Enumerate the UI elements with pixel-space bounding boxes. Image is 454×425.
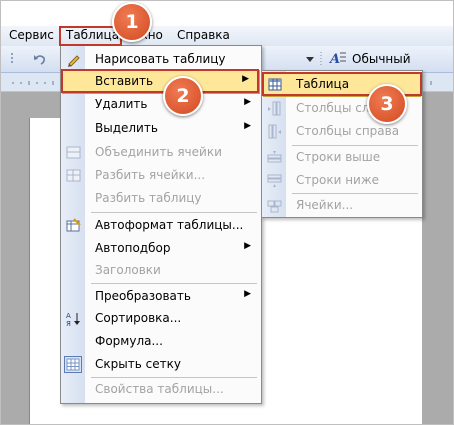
undo-icon[interactable]	[33, 52, 47, 66]
submenu-item-columns-right[interactable]: Столбцы справа	[262, 121, 422, 143]
submenu-separator	[292, 193, 418, 194]
callout-badge-3: 3	[367, 84, 407, 124]
menu-item-split-cells[interactable]: Разбить ячейки...	[61, 165, 261, 187]
svg-text:A: A	[66, 312, 71, 320]
callout-badge-1: 1	[112, 2, 152, 42]
submenu-item-rows-below[interactable]: Строки ниже	[262, 170, 422, 192]
menu-item-autofit[interactable]: Автоподбор ▶	[61, 238, 261, 260]
menu-item-headings[interactable]: Заголовки	[61, 260, 261, 282]
table-autoformat-icon	[66, 218, 81, 232]
svg-text:Я: Я	[66, 320, 71, 326]
submenu-arrow-icon: ▶	[244, 97, 251, 107]
menu-item-table-autoformat[interactable]: Автоформат таблицы...	[61, 215, 261, 237]
menu-service[interactable]: Сервис	[9, 28, 54, 42]
submenu-separator	[292, 145, 418, 146]
submenu-item-rows-above[interactable]: Строки выше	[262, 147, 422, 169]
merge-cells-icon	[66, 146, 81, 159]
insert-rows-above-icon	[267, 151, 282, 163]
menu-help[interactable]: Справка	[177, 28, 230, 42]
menu-item-formula[interactable]: Формула...	[61, 331, 261, 353]
menu-item-table-properties[interactable]: Свойства таблицы...	[61, 379, 261, 401]
annotation-box-insert	[61, 69, 259, 93]
menu-item-convert[interactable]: Преобразовать ▶	[61, 286, 261, 308]
insert-columns-right-icon	[268, 124, 281, 139]
menu-item-delete[interactable]: Удалить ▶	[61, 94, 261, 116]
grip-icon	[11, 53, 13, 65]
menu-item-select[interactable]: Выделить ▶	[61, 118, 261, 140]
insert-rows-below-icon	[267, 174, 282, 187]
pencil-icon	[68, 55, 80, 67]
sort-az-icon: AЯ	[66, 312, 80, 326]
dropdown-icon[interactable]	[305, 52, 315, 66]
submenu-item-cells[interactable]: Ячейки...	[262, 195, 422, 217]
menu-item-sort[interactable]: AЯ Сортировка...	[61, 308, 261, 330]
menu-separator	[91, 377, 257, 378]
style-dropdown-value[interactable]: Обычный	[352, 52, 411, 66]
menu-item-split-table[interactable]: Разбить таблицу	[61, 188, 261, 210]
styles-icon[interactable]: A	[329, 50, 347, 66]
word-window: Сервис Таблица Окно Справка A Обычный На…	[0, 0, 454, 425]
svg-text:A: A	[329, 52, 340, 66]
submenu-arrow-icon: ▶	[244, 121, 251, 131]
insert-cells-icon	[267, 200, 282, 213]
menu-separator	[91, 212, 257, 213]
toolbar-separator-icon	[320, 52, 322, 66]
menu-item-merge-cells[interactable]: Объединить ячейки	[61, 142, 261, 164]
menu-separator	[91, 283, 257, 284]
split-cells-icon	[66, 169, 81, 182]
insert-columns-left-icon	[268, 101, 281, 116]
menu-item-hide-gridlines[interactable]: Скрыть сетку	[61, 354, 261, 376]
menu-item-draw-table[interactable]: Нарисовать таблицу	[61, 49, 261, 71]
submenu-arrow-icon: ▶	[244, 289, 251, 299]
gridlines-icon	[64, 356, 82, 373]
table-menu: Нарисовать таблицу Вставить ▶ Удалить ▶ …	[60, 45, 262, 404]
callout-badge-2: 2	[163, 76, 203, 116]
submenu-arrow-icon: ▶	[244, 241, 251, 251]
